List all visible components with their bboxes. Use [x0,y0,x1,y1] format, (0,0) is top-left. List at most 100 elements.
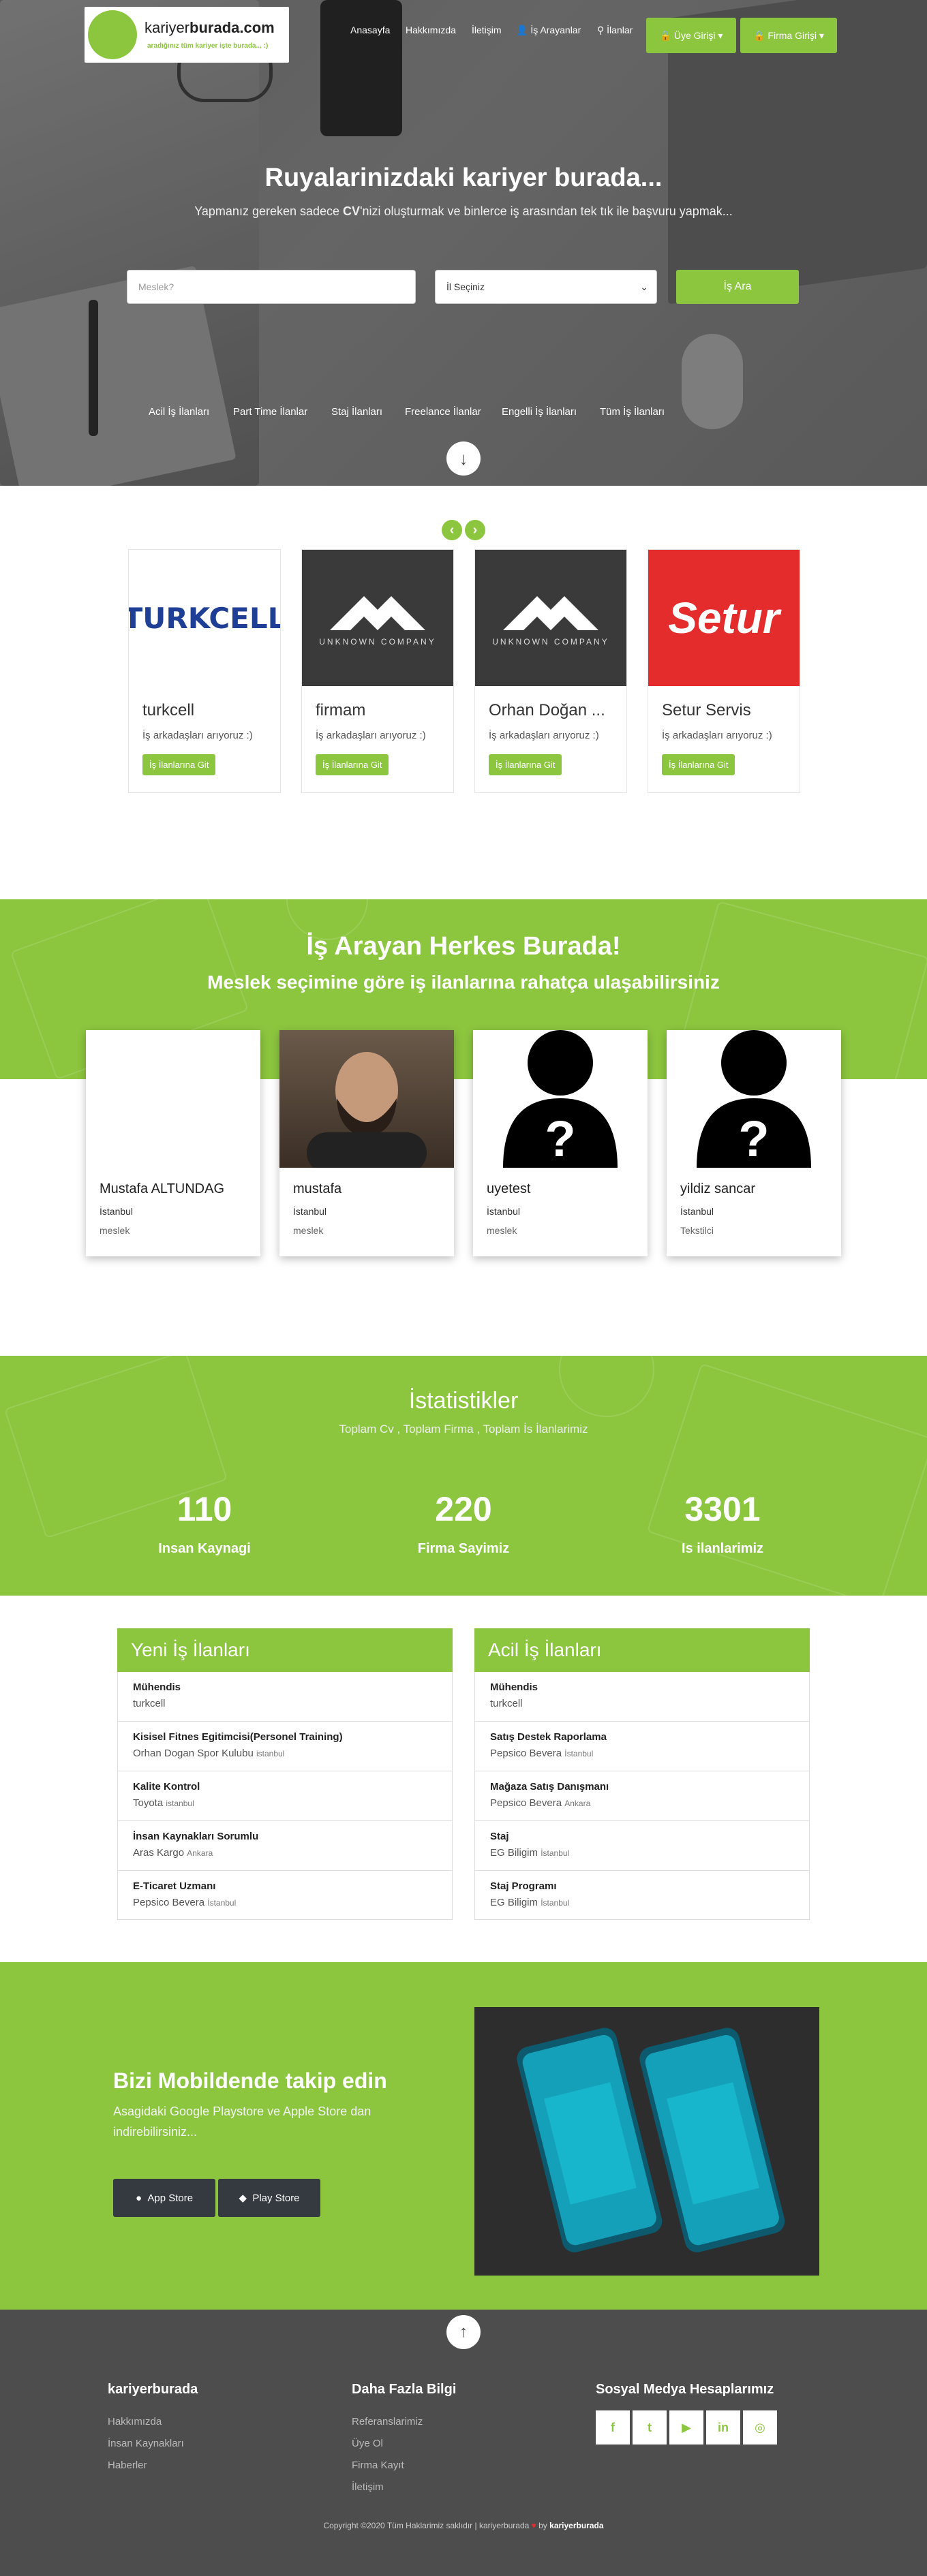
company-logo: UNKNOWN COMPANY [302,550,453,686]
carousel-next-icon[interactable]: › [465,520,485,540]
stat-hr-value: 110 [177,1490,232,1528]
seeker-job: Tekstilci [680,1225,714,1236]
quick-link-urgent[interactable]: Acil İş İlanları [149,406,209,418]
footer-link[interactable]: Firma Kayıt [352,2459,404,2471]
seeker-job: meslek [293,1225,324,1236]
quick-link-internship[interactable]: Staj İlanları [331,406,382,418]
job-search-input[interactable]: Meslek? [127,270,416,304]
company-jobs-button[interactable]: İş İlanlarına Git [662,754,735,775]
hero-subtitle: Yapmanız gereken sadece CV'nizi oluşturm… [194,204,733,218]
footer-link[interactable]: Haberler [108,2459,147,2471]
stats-subtitle: Toplam Cv , Toplam Firma , Toplam İs İla… [339,1423,588,1436]
copyright: Copyright ©2020 Tüm Haklarimiz saklıdır … [323,2521,604,2530]
chevron-down-icon: ⌄ [640,281,648,292]
company-jobs-button[interactable]: İş İlanlarına Git [489,754,562,775]
job-row[interactable]: Mağaza Satış Danışmanı Pepsico Bevera Ank… [475,1771,809,1821]
company-desc: İş arkadaşları arıyoruz :) [316,730,426,741]
company-name: firmam [316,701,366,719]
company-name: turkcell [142,701,195,719]
new-jobs-title: Yeni İş İlanları [117,1628,453,1672]
job-row[interactable]: E-Ticaret Uzmanı Pepsico Bevera İstanbul [118,1871,452,1921]
footer-link[interactable]: Referanslarimiz [352,2416,423,2427]
stat-jobs-value: 3301 [684,1490,761,1528]
mobile-title: Bizi Mobildende takip edin [113,2068,387,2093]
nav-listings[interactable]: ⚲ İlanlar [597,25,633,36]
scroll-down-icon[interactable]: ↓ [446,441,481,476]
seeker-avatar-placeholder-icon: ? [667,1030,841,1168]
carousel-prev-icon[interactable]: ‹ [442,520,462,540]
app-store-button[interactable]: ● App Store [113,2179,215,2217]
company-logo: UNKNOWN COMPANY [475,550,626,686]
seeker-city: İstanbul [100,1206,134,1217]
footer-link[interactable]: Üye Ol [352,2438,383,2449]
job-row[interactable]: Satış Destek Raporlama Pepsico Bevera İst… [475,1722,809,1771]
footer-link[interactable]: İletişim [352,2481,384,2493]
job-row[interactable]: Mühendis turkcell [118,1672,452,1722]
footer-link[interactable]: İnsan Kaynakları [108,2438,184,2449]
seeker-name: uyetest [487,1181,531,1196]
job-row[interactable]: Staj EG Biligim İstanbul [475,1821,809,1871]
heart-icon: ♥ [531,2521,536,2530]
company-login-button[interactable]: 🔒 Firma Girişi ▾ [740,18,837,53]
quick-link-disabled[interactable]: Engelli İş İlanları [502,406,577,418]
stat-jobs-label: Is ilanlarimiz [681,1541,764,1556]
footer-link[interactable]: Hakkımızda [108,2416,162,2427]
scroll-up-icon[interactable]: ↑ [446,2315,481,2349]
job-row[interactable]: Kalite Kontrol Toyota istanbul [118,1771,452,1821]
quick-link-freelance[interactable]: Freelance İlanlar [405,406,481,418]
instagram-icon[interactable]: ◎ [743,2410,777,2445]
seekers-title: İş Arayan Herkes Burada! [306,932,621,961]
nav-job-seekers[interactable]: 👤 İş Arayanlar [516,25,581,36]
search-icon: ⚲ [597,25,605,35]
seeker-name: mustafa [293,1181,342,1196]
hero-title: Ruyalarinizdaki kariyer burada... [264,164,663,192]
company-logo: TURKCELL [129,550,280,686]
mobile-subtitle: Asagidaki Google Playstore ve Apple Stor… [113,2105,371,2139]
urgent-jobs-panel: Acil İş İlanları Mühendis turkcell Satış … [474,1628,810,1920]
nav-home[interactable]: Anasayfa [350,25,390,35]
company-jobs-button[interactable]: İş İlanlarına Git [142,754,216,775]
seeker-card[interactable]: mustafa İstanbul meslek [279,1030,454,1256]
job-row[interactable]: Mühendis turkcell [475,1672,809,1722]
member-login-button[interactable]: 🔒 Üye Girişi ▾ [646,18,736,53]
seeker-job: meslek [100,1225,130,1236]
stats-title: İstatistikler [408,1388,519,1414]
company-logo: Setur [648,550,800,686]
city-select[interactable]: İl Seçiniz ⌄ [435,270,657,304]
seeker-name: Mustafa ALTUNDAG [100,1181,225,1196]
footer-col2-title: Daha Fazla Bilgi [352,2382,457,2397]
nav-about[interactable]: Hakkımızda [406,25,456,35]
apple-icon: ● [135,2192,148,2204]
linkedin-icon[interactable]: in [706,2410,740,2445]
play-icon: ◆ [239,2192,253,2204]
seeker-photo [86,1030,260,1168]
lock-icon: 🔒 [659,29,674,41]
stat-companies-label: Firma Sayimiz [417,1541,510,1556]
play-store-button[interactable]: ◆ Play Store [218,2179,320,2217]
seeker-card[interactable]: ? uyetest İstanbul meslek [473,1030,648,1256]
seeker-card[interactable]: Mustafa ALTUNDAG İstanbul meslek [86,1030,260,1256]
youtube-icon[interactable]: ▶ [669,2410,703,2445]
job-row[interactable]: İnsan Kaynakları Sorumlu Aras Kargo Ankar… [118,1821,452,1871]
company-card: Setur Setur Servis İş arkadaşları arıyor… [648,549,800,793]
lock-icon: 🔒 [753,29,768,41]
seeker-city: İstanbul [487,1206,521,1217]
seeker-card[interactable]: ? yildiz sancar İstanbul Tekstilci [667,1030,841,1256]
site-logo[interactable]: kariyerburada.com aradığınız tüm kariyer… [85,7,289,63]
footer-col3-title: Sosyal Medya Hesaplarımız [596,2382,774,2397]
quick-link-all[interactable]: Tüm İş İlanları [600,406,665,418]
job-row[interactable]: Staj Programı EG Biligim İstanbul [475,1871,809,1921]
job-row[interactable]: Kisisel Fitnes Egitimcisi(Personel Train… [118,1722,452,1771]
svg-text:?: ? [545,1111,575,1167]
nav-contact[interactable]: İletişim [472,25,502,35]
company-card: TURKCELL turkcell İş arkadaşları arıyoru… [128,549,281,793]
twitter-icon[interactable]: t [633,2410,667,2445]
company-name: Setur Servis [662,701,751,719]
search-button[interactable]: İş Ara [676,270,799,304]
quick-link-part-time[interactable]: Part Time İlanlar [233,406,307,418]
seeker-city: İstanbul [293,1206,327,1217]
seekers-subtitle: Meslek seçimine göre iş ilanlarına rahat… [207,972,720,993]
facebook-icon[interactable]: f [596,2410,630,2445]
seeker-photo [279,1030,454,1168]
company-jobs-button[interactable]: İş İlanlarına Git [316,754,389,775]
